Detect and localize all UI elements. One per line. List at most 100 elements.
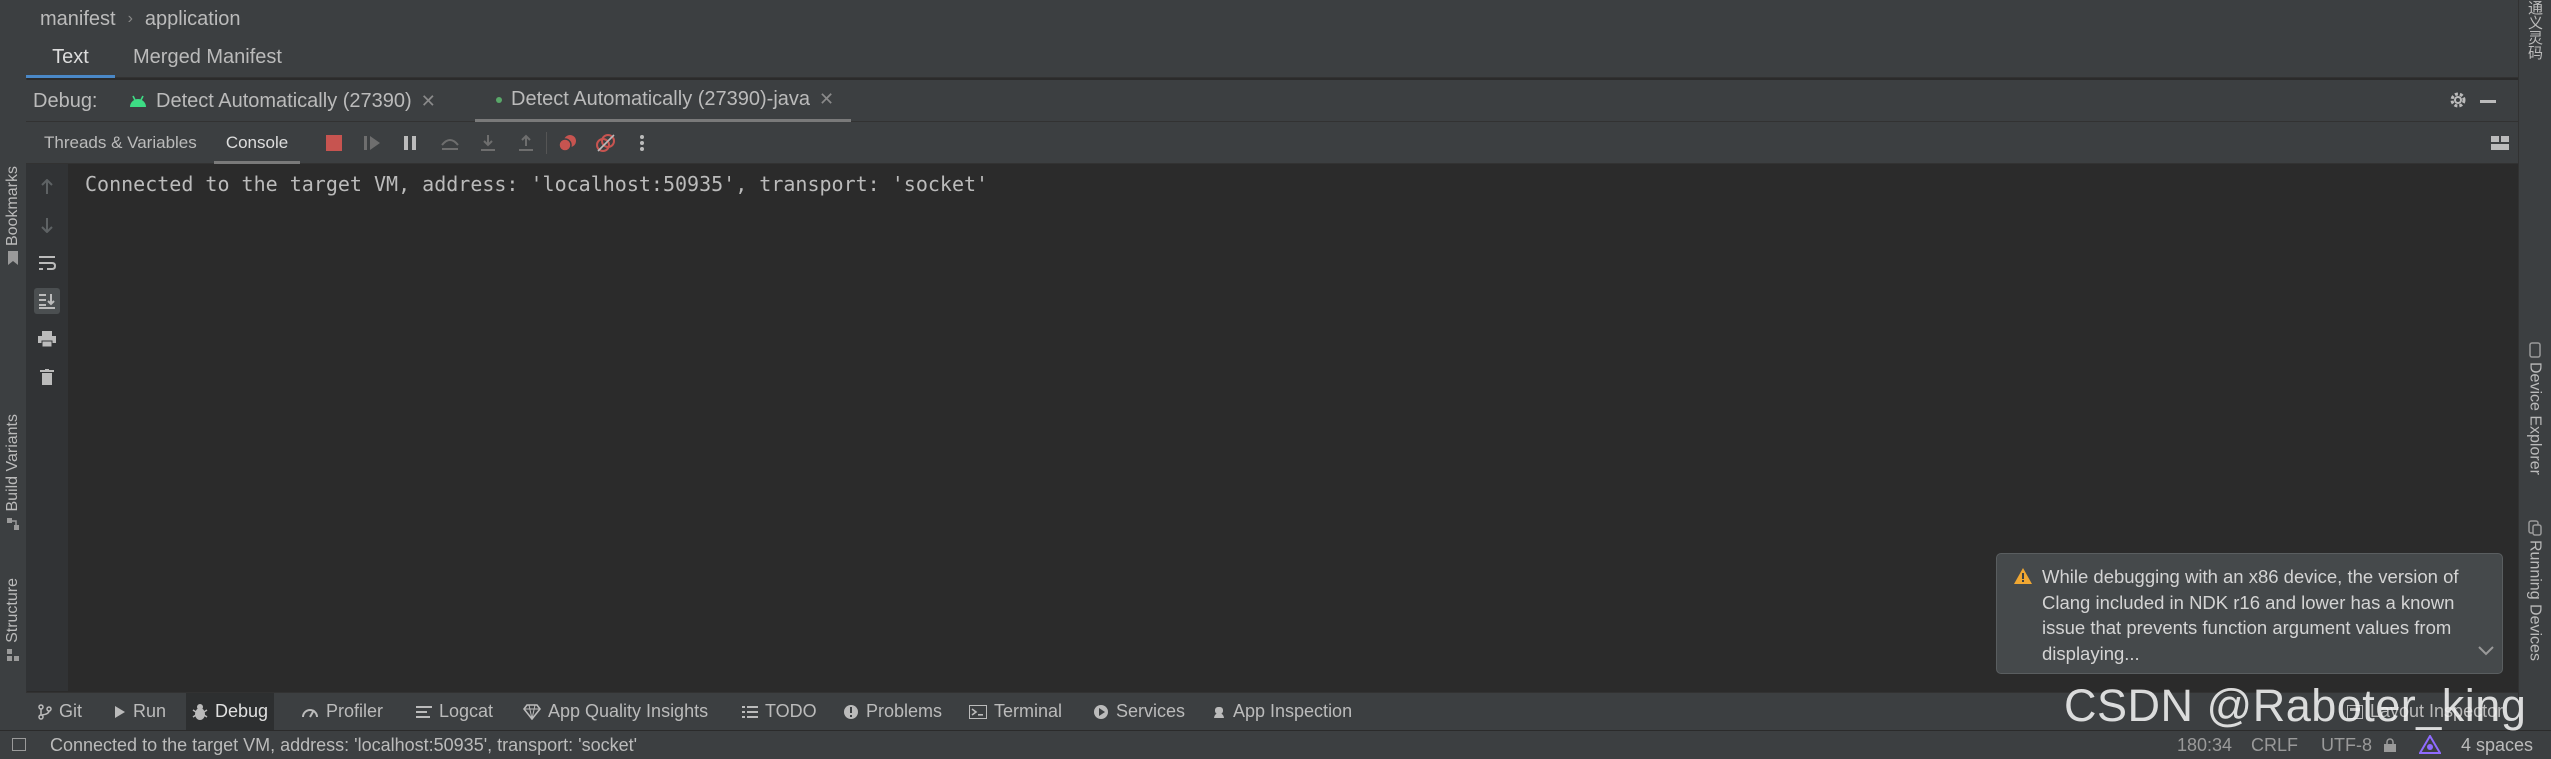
window-toggle-icon[interactable]: [12, 738, 26, 751]
gear-icon[interactable]: [2448, 90, 2468, 110]
resume-icon[interactable]: [360, 131, 384, 155]
device-icon: [2528, 342, 2541, 358]
build-variants-label: Build Variants: [4, 414, 21, 512]
chevron-down-icon[interactable]: [2478, 646, 2494, 656]
arrow-up-icon[interactable]: [34, 174, 60, 200]
terminal-icon: [969, 704, 987, 719]
git-branch-icon: [38, 703, 52, 720]
tool-tab-todo[interactable]: TODO: [742, 693, 817, 730]
structure-tool-tab[interactable]: Structure: [0, 578, 26, 662]
layout-icon[interactable]: [2488, 131, 2512, 155]
breadcrumb: manifest › application: [26, 0, 2518, 38]
soft-wrap-icon[interactable]: [34, 250, 60, 276]
android-icon: [128, 93, 148, 109]
tab-text[interactable]: Text: [26, 38, 115, 78]
device-explorer-tool-tab[interactable]: Device Explorer: [2518, 342, 2551, 475]
tool-tab-run[interactable]: Run: [114, 693, 166, 730]
device-explorer-label: Device Explorer: [2526, 362, 2544, 475]
line-separator[interactable]: CRLF: [2251, 731, 2298, 759]
tongyi-lingma-label: 通义灵码: [2526, 0, 2543, 60]
tool-tab-app-quality-insights-label: App Quality Insights: [548, 701, 709, 721]
debug-session-tab-1[interactable]: Detect Automatically (27390) ✕: [128, 80, 436, 122]
step-over-icon[interactable]: [438, 131, 462, 155]
structure-label: Structure: [4, 578, 21, 643]
running-devices-icon: [2527, 520, 2542, 536]
tool-tab-app-quality-insights[interactable]: App Quality Insights: [523, 693, 708, 730]
diamond-icon: [523, 703, 541, 720]
tongyi-lingma-tool-tab[interactable]: 通义灵码: [2518, 0, 2551, 60]
tool-tab-debug-label: Debug: [215, 701, 269, 721]
console-side-toolbar: [26, 164, 69, 691]
close-icon[interactable]: ✕: [421, 91, 436, 112]
pause-icon[interactable]: [398, 131, 422, 155]
notification-text: While debugging with an x86 device, the …: [2042, 566, 2459, 664]
status-message: Connected to the target VM, address: 'lo…: [50, 735, 638, 755]
tool-tab-problems-label: Problems: [866, 701, 943, 721]
tool-tab-app-inspection-label: App Inspection: [1233, 701, 1353, 721]
tool-tab-terminal[interactable]: Terminal: [969, 693, 1062, 730]
debug-session-tab-2[interactable]: Detect Automatically (27390)-java ✕: [475, 80, 851, 122]
warning-icon: [2013, 567, 2033, 585]
bookmarks-label: Bookmarks: [4, 166, 21, 247]
view-breakpoints-icon[interactable]: [556, 131, 580, 155]
step-into-icon[interactable]: [476, 131, 500, 155]
tab-merged-manifest[interactable]: Merged Manifest: [133, 38, 282, 78]
tool-tab-problems[interactable]: Problems: [843, 693, 942, 730]
bookmarks-tool-tab[interactable]: Bookmarks: [0, 166, 26, 266]
print-icon[interactable]: [34, 326, 60, 352]
more-options-icon[interactable]: [630, 131, 654, 155]
tab-console[interactable]: Console: [214, 122, 300, 164]
running-devices-label: Running Devices: [2526, 540, 2544, 661]
arrow-down-icon[interactable]: [34, 212, 60, 238]
clear-all-trash-icon[interactable]: [34, 364, 60, 390]
breadcrumb-item-application[interactable]: application: [145, 8, 241, 31]
tool-tab-todo-label: TODO: [765, 701, 817, 721]
watermark: CSDN @Raboter_king: [2064, 680, 2527, 731]
tool-tab-services[interactable]: Services: [1093, 693, 1185, 730]
scroll-to-end-icon[interactable]: [34, 288, 60, 314]
bug-icon: [192, 703, 208, 720]
stop-icon[interactable]: [322, 131, 346, 155]
ai-assistant-icon[interactable]: [2419, 735, 2441, 755]
tool-tab-profiler-label: Profiler: [326, 701, 384, 721]
tool-tab-debug[interactable]: Debug: [186, 693, 275, 730]
editor-mode-tabs: Text Merged Manifest: [26, 38, 2518, 78]
services-icon: [1093, 704, 1109, 720]
step-out-icon[interactable]: [514, 131, 538, 155]
indent-setting[interactable]: 4 spaces: [2461, 731, 2533, 759]
console-line: Connected to the target VM, address: 'lo…: [85, 172, 989, 196]
debug-toolbar: Threads & Variables Console: [26, 122, 2518, 164]
gauge-icon: [301, 705, 319, 719]
list-icon: [742, 705, 758, 719]
debug-panel-header: Debug: Detect Automatically (27390) ✕ De…: [26, 80, 2518, 122]
file-encoding[interactable]: UTF-8: [2321, 731, 2372, 759]
info-circle-icon: [843, 704, 859, 720]
debug-panel-title: Debug:: [33, 89, 98, 112]
running-devices-tool-tab[interactable]: Running Devices: [2518, 520, 2551, 661]
close-icon[interactable]: ✕: [819, 89, 834, 110]
structure-icon: [6, 648, 20, 662]
logcat-icon: [416, 705, 432, 719]
notification-balloon[interactable]: While debugging with an x86 device, the …: [1996, 553, 2503, 674]
tool-tab-logcat[interactable]: Logcat: [416, 693, 493, 730]
minimize-icon[interactable]: [2480, 100, 2496, 103]
bookmark-icon: [7, 251, 19, 266]
green-dot-icon: [496, 96, 502, 103]
status-bar: Connected to the target VM, address: 'lo…: [0, 730, 2551, 759]
debug-session-1-label: Detect Automatically (27390): [156, 89, 412, 112]
tool-tab-git[interactable]: Git: [38, 693, 82, 730]
toolbar-divider: [546, 132, 547, 154]
tab-threads-variables[interactable]: Threads & Variables: [44, 122, 197, 164]
debug-session-2-label: Detect Automatically (27390)-java: [511, 88, 811, 110]
breadcrumb-item-manifest[interactable]: manifest: [40, 8, 116, 31]
cursor-position[interactable]: 180:34: [2177, 731, 2232, 759]
tool-tab-services-label: Services: [1116, 701, 1186, 721]
chevron-right-icon: ›: [127, 10, 133, 27]
tool-tab-profiler[interactable]: Profiler: [301, 693, 383, 730]
tool-tab-logcat-label: Logcat: [439, 701, 494, 721]
tool-tab-app-inspection[interactable]: App Inspection: [1212, 693, 1352, 730]
mute-breakpoints-icon[interactable]: [594, 131, 618, 155]
build-variants-tool-tab[interactable]: Build Variants: [0, 414, 26, 531]
inspection-icon: [1212, 704, 1226, 720]
lock-icon[interactable]: [2384, 738, 2396, 752]
